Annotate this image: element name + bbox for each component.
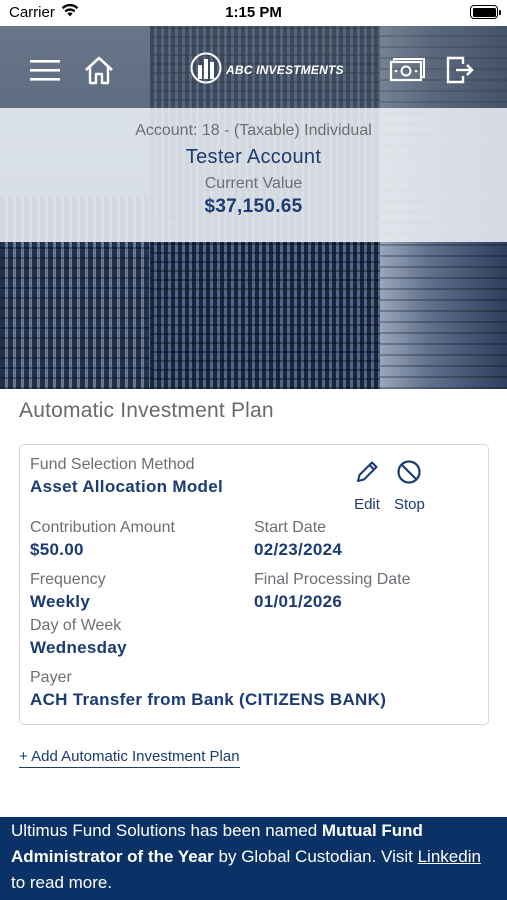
status-time: 1:15 PM xyxy=(225,4,282,21)
edit-button[interactable]: Edit xyxy=(354,459,380,513)
footer-text: by Global Custodian. Visit xyxy=(213,847,418,866)
field-label: Payer xyxy=(30,669,72,686)
stop-icon xyxy=(396,459,422,490)
final-processing-date-field: Final Processing Date 01/01/2026 xyxy=(254,571,411,612)
logo-text: ABC INVESTMENTS xyxy=(226,63,344,77)
field-value: 01/01/2026 xyxy=(254,592,343,611)
field-label: Frequency xyxy=(30,571,106,588)
field-value: Weekly xyxy=(30,592,91,611)
account-name: Tester Account xyxy=(185,146,322,168)
hero-banner: ABC INVESTMENTS Account: 18 - (Taxable) … xyxy=(0,26,507,389)
account-line: Account: 18 - (Taxable) Individual xyxy=(135,122,372,139)
field-label: Day of Week xyxy=(30,617,122,634)
frequency-field: Frequency Weekly xyxy=(30,571,106,612)
battery-icon xyxy=(470,5,501,19)
edit-label: Edit xyxy=(354,496,380,513)
status-bar: Carrier 1:15 PM xyxy=(0,0,507,26)
field-value: Wednesday xyxy=(30,638,127,657)
day-of-week-field: Day of Week Wednesday xyxy=(30,617,127,658)
field-label: Fund Selection Method xyxy=(30,456,195,473)
stop-label: Stop xyxy=(394,496,425,513)
footer-text: Ultimus Fund Solutions has been named xyxy=(11,821,322,840)
field-label: Final Processing Date xyxy=(254,571,411,588)
contribution-field: Contribution Amount $50.00 xyxy=(30,519,175,560)
pencil-icon xyxy=(354,459,380,490)
current-value-label: Current Value xyxy=(204,175,303,192)
cash-icon[interactable] xyxy=(388,54,426,86)
plan-card: Fund Selection Method Asset Allocation M… xyxy=(19,444,489,725)
field-value: Asset Allocation Model xyxy=(30,477,223,496)
add-investment-plan-link[interactable]: + Add Automatic Investment Plan xyxy=(19,748,240,768)
payer-field: Payer ACH Transfer from Bank (CITIZENS B… xyxy=(30,669,386,710)
field-value: ACH Transfer from Bank (CITIZENS BANK) xyxy=(30,690,387,709)
field-label: Start Date xyxy=(254,519,327,536)
field-label: Contribution Amount xyxy=(30,519,175,536)
footer-text: to read more. xyxy=(11,873,113,892)
account-summary: Account: 18 - (Taxable) Individual Teste… xyxy=(0,108,507,242)
start-date-field: Start Date 02/23/2024 xyxy=(254,519,342,560)
current-value: $37,150.65 xyxy=(204,196,303,217)
fund-selection-field: Fund Selection Method Asset Allocation M… xyxy=(30,456,223,497)
field-value: $50.00 xyxy=(30,540,84,559)
logout-icon[interactable] xyxy=(443,54,477,86)
field-value: 02/23/2024 xyxy=(254,540,343,559)
footer-banner: Ultimus Fund Solutions has been named Mu… xyxy=(0,817,507,900)
page-title: Automatic Investment Plan xyxy=(19,399,274,422)
stop-button[interactable]: Stop xyxy=(394,459,425,513)
linkedin-link[interactable]: Linkedin xyxy=(418,847,481,866)
menu-icon[interactable] xyxy=(28,54,62,86)
abc-investments-logo[interactable]: ABC INVESTMENTS xyxy=(190,50,344,90)
logo-icon xyxy=(190,51,222,90)
home-icon[interactable] xyxy=(82,54,116,86)
